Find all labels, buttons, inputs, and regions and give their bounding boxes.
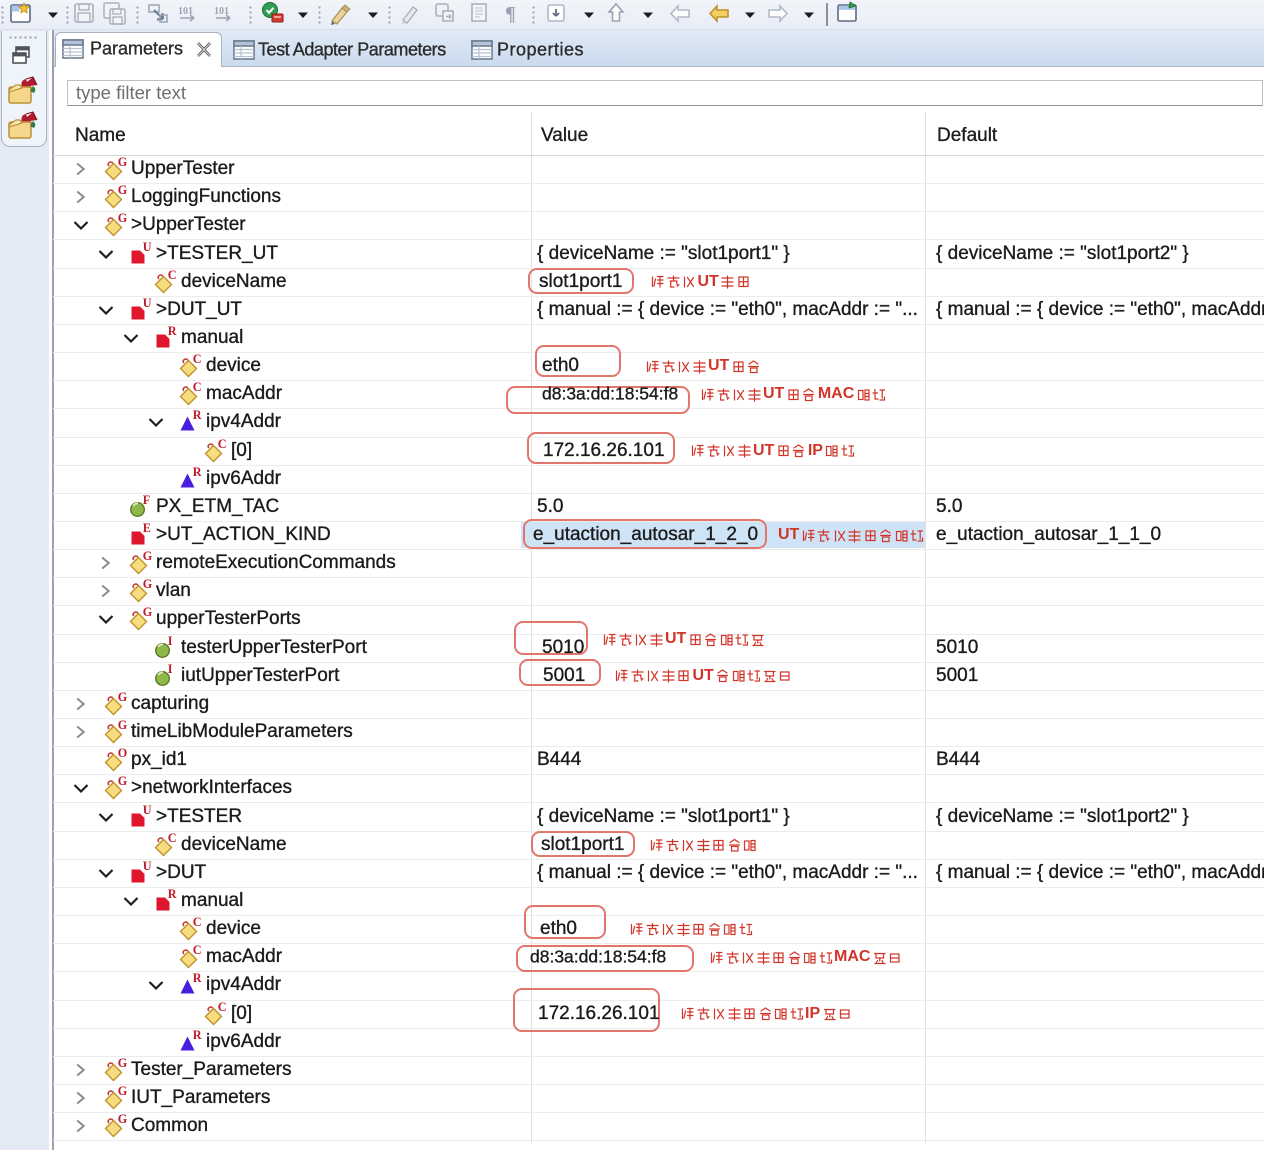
svg-text:I: I <box>168 663 173 676</box>
svg-text:G: G <box>118 719 128 732</box>
svg-text:G: G <box>118 184 128 197</box>
svg-text:G: G <box>118 1113 128 1126</box>
svg-text:C: C <box>193 916 202 929</box>
svg-text:U: U <box>143 297 152 310</box>
svg-text:R: R <box>193 466 202 479</box>
svg-text:C: C <box>168 832 177 845</box>
svg-text:G: G <box>118 1057 128 1070</box>
svg-text:G: G <box>118 1085 128 1098</box>
svg-text:R: R <box>193 409 202 422</box>
svg-text:R: R <box>168 325 177 338</box>
svg-text:C: C <box>193 381 202 394</box>
svg-text:G: G <box>143 606 153 619</box>
svg-text:C: C <box>193 944 202 957</box>
svg-text:G: G <box>118 212 128 225</box>
svg-text:G: G <box>118 156 128 169</box>
svg-text:C: C <box>193 353 202 366</box>
svg-text:F: F <box>143 494 150 507</box>
svg-text:U: U <box>143 804 152 817</box>
svg-text:C: C <box>218 438 227 451</box>
svg-text:G: G <box>143 578 153 591</box>
svg-text:E: E <box>143 522 151 535</box>
svg-text:O: O <box>118 747 127 760</box>
svg-text:G: G <box>118 775 128 788</box>
svg-text:C: C <box>168 269 177 282</box>
svg-text:C: C <box>218 1001 227 1014</box>
svg-text:G: G <box>143 550 153 563</box>
svg-text:G: G <box>118 691 128 704</box>
svg-text:R: R <box>193 972 202 985</box>
svg-text:U: U <box>143 860 152 873</box>
svg-text:¶: ¶ <box>505 3 516 25</box>
svg-text:U: U <box>143 241 152 254</box>
svg-text:R: R <box>193 1029 202 1042</box>
svg-text:R: R <box>168 888 177 901</box>
svg-text:I: I <box>168 635 173 648</box>
